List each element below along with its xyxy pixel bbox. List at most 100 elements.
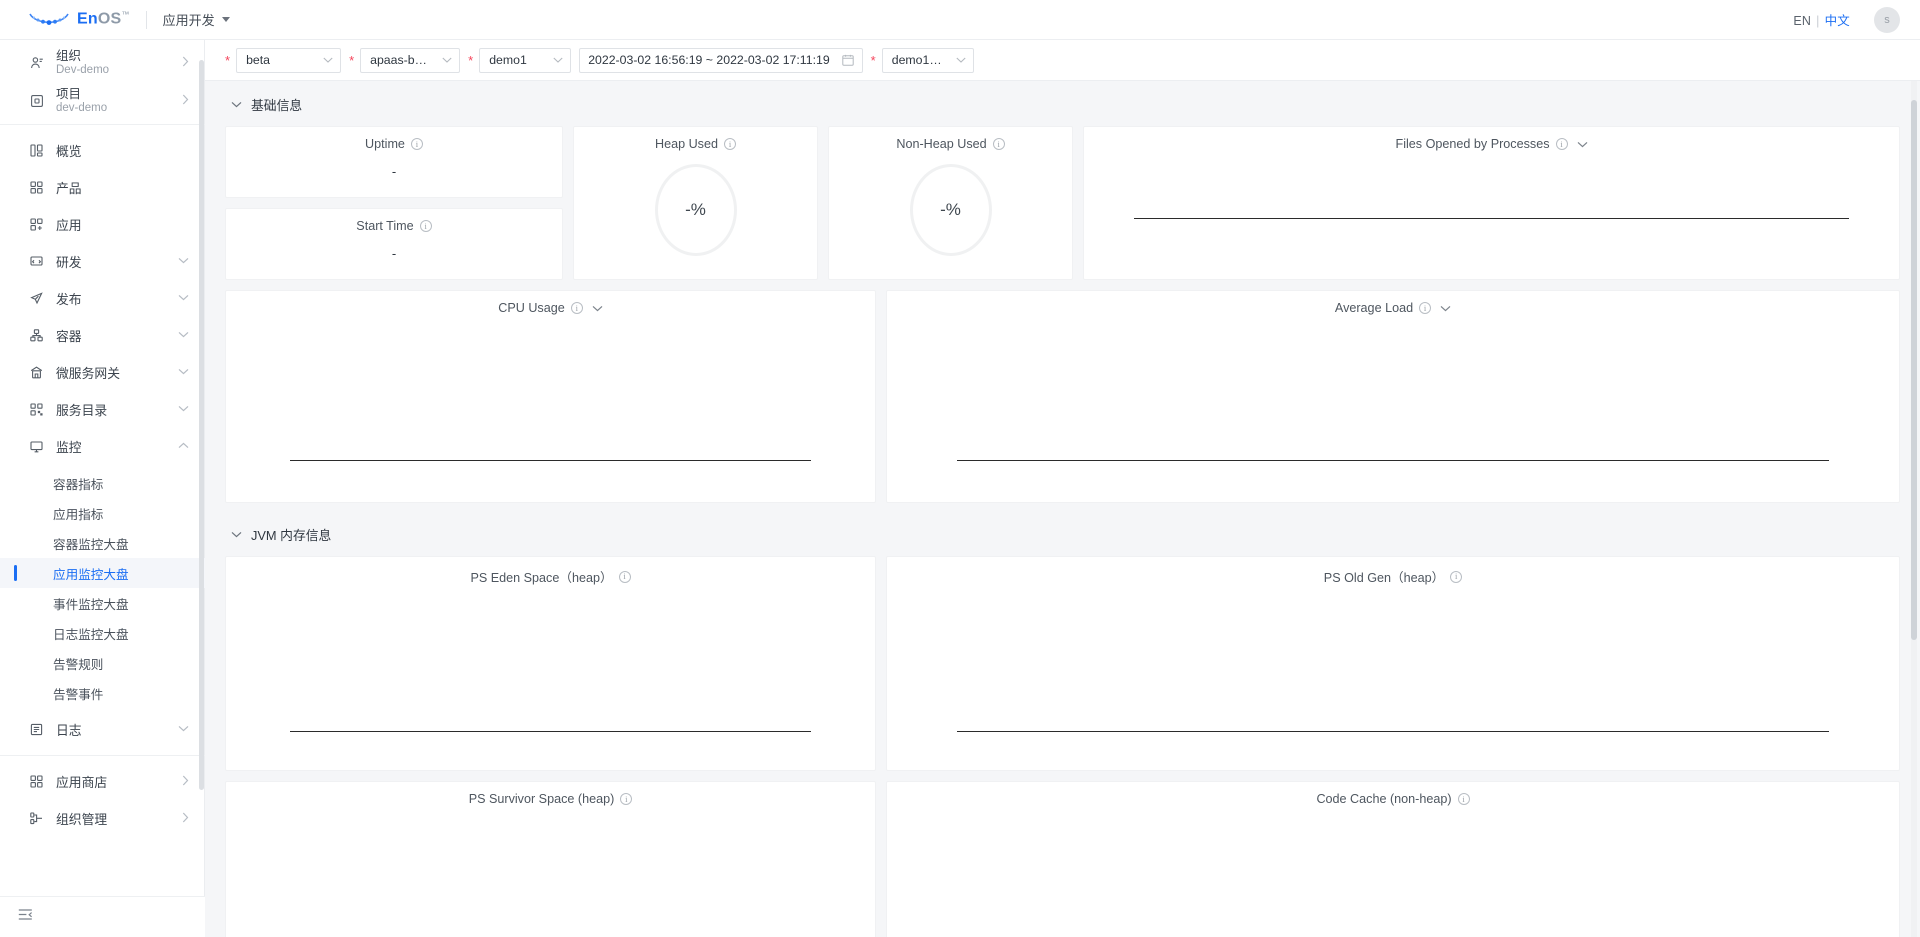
sidebar-item-overview[interactable]: 概览 [0,135,205,166]
info-icon[interactable]: i [1556,138,1568,150]
chevron-down-icon [178,293,189,304]
cpu-usage-axis-line [290,460,811,461]
card-ps-old-gen-title: PS Old Gen（heap） [1324,567,1444,586]
chevron-down-icon[interactable] [1577,141,1588,148]
heap-used-gauge: -% [655,164,737,256]
info-icon[interactable]: i [724,138,736,150]
app-switcher[interactable]: 应用开发 [163,10,230,29]
sidebar-item-application-metrics[interactable]: 应用指标 [0,498,205,528]
card-ps-eden-space-title: PS Eden Space（heap） [470,567,612,586]
files-opened-axis-line [1134,218,1849,219]
sidebar-item-release[interactable]: 发布 [0,283,205,314]
section-header-jvm-memory[interactable]: JVM 内存信息 [231,525,1900,544]
service-catalog-icon [28,403,44,416]
ps-old-gen-axis-line [957,731,1829,732]
info-icon[interactable]: i [993,138,1005,150]
date-range-value: 2022-03-02 16:56:19 ~ 2022-03-02 17:11:1… [588,53,829,67]
non-heap-used-gauge-value: -% [940,200,961,220]
jvm-row-1: PS Eden Space（heap） i PS Old Gen（heap） i [225,556,1900,771]
sidebar-item-container[interactable]: 容器 [0,320,205,351]
sidebar-item-monitor-label: 监控 [56,437,82,456]
sidebar-item-log[interactable]: 日志 [0,714,205,745]
card-ps-survivor-space: PS Survivor Space (heap) i [225,781,876,937]
sidebar-item-product[interactable]: 产品 [0,172,205,203]
date-range-picker[interactable]: 2022-03-02 16:56:19 ~ 2022-03-02 17:11:1… [579,48,862,73]
card-start-time: Start Time i - [225,208,563,280]
sidebar-item-org-manage-label: 组织管理 [56,809,107,828]
sidebar-subitem-label: 应用监控大盘 [53,564,129,583]
sidebar-subitem-label: 日志监控大盘 [53,624,129,643]
section-header-basic-info[interactable]: 基础信息 [231,95,1900,114]
avatar[interactable]: s [1874,7,1900,33]
environment-select[interactable]: beta [236,48,341,73]
info-icon[interactable]: i [1419,302,1431,314]
sidebar-divider [0,124,205,125]
sidebar-context-org-sub: Dev-demo [56,64,109,77]
section-title-jvm-memory: JVM 内存信息 [251,525,331,544]
container-icon [28,329,44,342]
basic-info-left-column: Uptime i - Start Time i - [225,126,563,280]
sidebar-item-gateway-label: 微服务网关 [56,363,120,382]
sidebar-item-monitor[interactable]: 监控 [0,431,205,462]
sidebar-item-develop[interactable]: 研发 [0,246,205,277]
chevron-down-icon [178,724,189,735]
sidebar-item-event-dashboard[interactable]: 事件监控大盘 [0,588,205,618]
chevron-down-icon[interactable] [592,305,603,312]
sidebar-item-container-metrics[interactable]: 容器指标 [0,468,205,498]
sidebar-item-application[interactable]: 应用 [0,209,205,240]
top-bar: EnOS™ 应用开发 EN|中文 s [0,0,1920,40]
non-heap-used-gauge: -% [910,164,992,256]
sidebar-scrollbar[interactable] [199,60,204,790]
average-load-axis-line [957,460,1829,461]
sidebar-item-log-dashboard[interactable]: 日志监控大盘 [0,618,205,648]
lang-zh-option[interactable]: 中文 [1825,14,1850,28]
collapse-sidebar-icon[interactable] [18,908,33,926]
sidebar-context-org-title: 组织 [56,49,109,63]
language-switcher[interactable]: EN|中文 [1793,10,1850,29]
card-non-heap-used-title: Non-Heap Used [896,137,986,151]
info-icon[interactable]: i [571,302,583,314]
card-heap-used-header: Heap Used i [574,127,817,151]
sidebar-item-service-catalog[interactable]: 服务目录 [0,394,205,425]
card-files-opened-title: Files Opened by Processes [1396,137,1550,151]
sidebar-item-application-dashboard[interactable]: 应用监控大盘 [0,558,205,588]
card-average-load-header: Average Load i [887,291,1899,315]
main-scrollbar-thumb[interactable] [1911,100,1917,640]
main-content: * beta * apaas-beta * demo1 [205,40,1920,937]
jvm-row-2: PS Survivor Space (heap) i Code Cache (n… [225,781,1900,937]
info-icon[interactable]: i [1458,793,1470,805]
application-select[interactable]: demo1-app... [882,48,974,73]
info-icon[interactable]: i [1450,571,1462,583]
sidebar-item-container-dashboard[interactable]: 容器监控大盘 [0,528,205,558]
card-heap-used: Heap Used i -% [573,126,818,280]
sidebar-context-org[interactable]: 组织 Dev-demo [0,44,205,82]
namespace-select[interactable]: demo1 [479,48,571,73]
brand-name-en: En [77,11,98,28]
brand-logo[interactable]: EnOS™ [28,10,130,28]
sidebar-item-application-label: 应用 [56,215,82,234]
sidebar-context-project[interactable]: 项目 dev-demo [0,82,205,120]
heap-used-gauge-wrap: -% [574,164,817,256]
lang-en-option[interactable]: EN [1793,14,1811,28]
sidebar-item-gateway[interactable]: 微服务网关 [0,357,205,388]
info-icon[interactable]: i [619,571,631,583]
info-icon[interactable]: i [420,220,432,232]
app-switcher-label: 应用开发 [163,10,215,29]
sidebar-item-appstore[interactable]: 应用商店 [0,766,205,797]
sidebar-context-org-text: 组织 Dev-demo [56,49,109,78]
info-icon[interactable]: i [411,138,423,150]
card-average-load-title: Average Load [1335,301,1413,315]
info-icon[interactable]: i [620,793,632,805]
chevron-down-icon[interactable] [1440,305,1451,312]
required-indicator: * [468,54,473,67]
cluster-select[interactable]: apaas-beta [360,48,460,73]
card-uptime-header: Uptime i [226,127,562,151]
required-indicator: * [349,54,354,67]
sidebar-item-org-manage[interactable]: 组织管理 [0,803,205,834]
ps-old-gen-chart [887,586,1899,799]
chevron-down-icon [541,55,563,66]
sidebar-item-alarm-rules[interactable]: 告警规则 [0,648,205,678]
card-uptime-value: - [226,164,562,179]
sidebar-item-alarm-events[interactable]: 告警事件 [0,678,205,708]
chevron-down-icon [231,531,242,538]
